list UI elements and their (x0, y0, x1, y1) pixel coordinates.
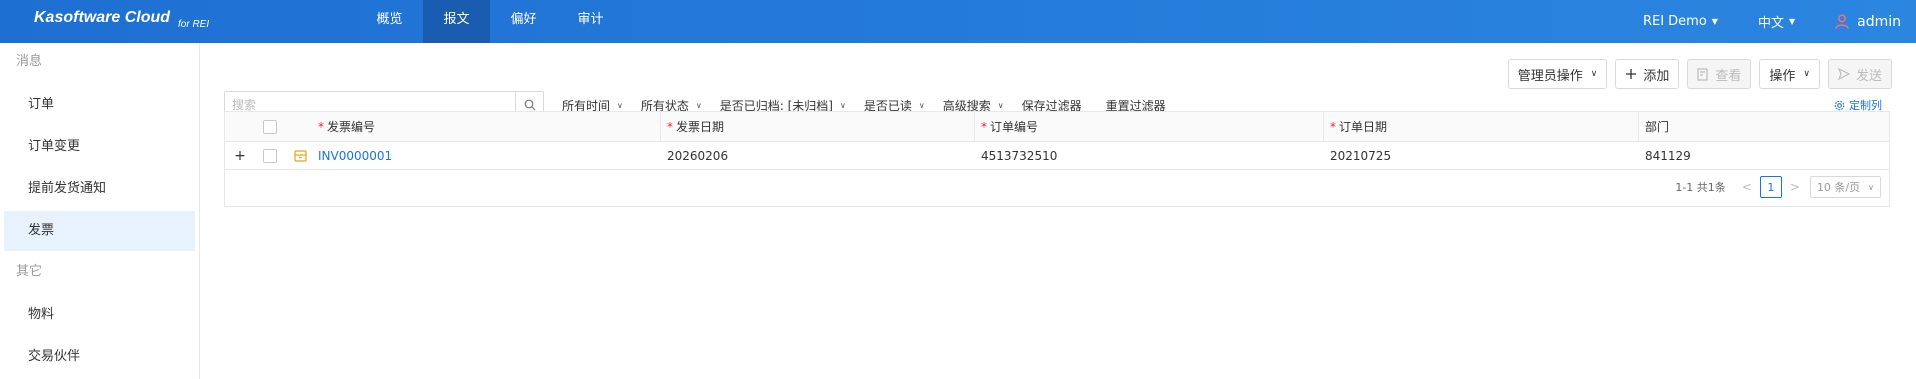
chevron-down-icon: ▼ (1788, 17, 1796, 26)
send-label: 发送 (1855, 68, 1882, 84)
row-checkbox[interactable] (263, 148, 277, 163)
document-view-icon (1697, 67, 1708, 81)
order-date-cell: 20210725 (1330, 148, 1392, 163)
required-marker: * (318, 119, 324, 134)
nav-preferences[interactable]: 偏好 (490, 0, 557, 43)
brand-logo[interactable]: Kasoftware Cloud for REI (34, 9, 210, 30)
main-nav: 概览 报文 偏好 审计 (356, 0, 624, 43)
select-all-checkbox[interactable] (263, 119, 277, 134)
language-label: 中文 (1757, 16, 1784, 31)
expand-header (225, 112, 255, 141)
row-checkbox-cell (255, 142, 285, 169)
action-toolbar: 管理员操作 ∨ 添加 查看 操作 ∨ 发送 (1500, 59, 1892, 89)
send-button[interactable]: 发送 (1827, 59, 1892, 89)
next-page-icon[interactable]: > (1790, 180, 1800, 194)
archive-box-icon[interactable] (293, 149, 307, 162)
invoice-date-cell: 20260206 (667, 148, 729, 163)
plus-icon (1626, 69, 1637, 79)
pagination-summary: 1-1 共1条 (1675, 181, 1726, 194)
add-button[interactable]: 添加 (1615, 59, 1680, 89)
order-no-cell: 4513732510 (981, 148, 1058, 163)
pagination: 1-1 共1条 < 1 > 10 条/页 ∨ (225, 170, 1889, 204)
sidebar-item-orders[interactable]: 订单 (4, 85, 195, 125)
top-navigation-bar: Kasoftware Cloud for REI 概览 报文 偏好 审计 REI … (0, 0, 1916, 43)
column-header-department[interactable]: 部门 (1639, 112, 1889, 141)
brand-name: Kasoftware Cloud (34, 9, 171, 26)
column-label: 发票编号 (327, 120, 376, 134)
nav-audit[interactable]: 审计 (557, 0, 624, 43)
column-label: 订单编号 (990, 120, 1039, 134)
required-marker: * (667, 119, 673, 134)
nav-messages[interactable]: 报文 (423, 0, 490, 43)
chevron-down-icon: ▼ (1711, 17, 1718, 26)
search-icon (524, 99, 535, 111)
chevron-down-icon: ∨ (617, 100, 623, 110)
table-row[interactable]: + INV0000001 20260206 4513732510 2021072… (225, 142, 1889, 170)
invoice-no-cell: INV0000001 (315, 142, 661, 169)
chevron-down-icon: ∨ (918, 100, 925, 110)
sidebar-item-materials[interactable]: 物料 (4, 295, 195, 335)
chevron-down-icon: ∨ (1803, 69, 1810, 79)
column-label: 发票日期 (676, 120, 725, 134)
page-size-select[interactable]: 10 条/页 ∨ (1809, 176, 1881, 198)
invoice-table: * 发票编号 * 发票日期 * 订单编号 * 订单日期 部门 + INV0000… (224, 111, 1890, 207)
expand-row-button[interactable]: + (225, 142, 255, 169)
chevron-down-icon: ∨ (997, 100, 1004, 110)
username: admin (1857, 13, 1901, 30)
workspace-dropdown[interactable]: REI Demo ▼ (1643, 14, 1718, 29)
sidebar-item-partners[interactable]: 交易伙伴 (4, 337, 195, 377)
view-button[interactable]: 查看 (1687, 59, 1752, 89)
chevron-down-icon: ∨ (1868, 182, 1874, 192)
sidebar-group-other: 其它 (16, 264, 43, 279)
chevron-down-icon: ∨ (1590, 69, 1598, 79)
column-label: 订单日期 (1339, 120, 1388, 134)
sidebar: 消息 订单 订单变更 提前发货通知 发票 其它 物料 交易伙伴 (0, 43, 200, 379)
column-label: 部门 (1645, 120, 1670, 134)
nav-overview[interactable]: 概览 (356, 0, 423, 43)
required-marker: * (981, 119, 987, 134)
workspace-label: REI Demo (1642, 14, 1707, 29)
prev-page-icon[interactable]: < (1742, 180, 1752, 194)
gear-icon (1834, 100, 1845, 110)
select-all-cell (255, 112, 285, 141)
admin-ops-label: 管理员操作 (1517, 68, 1583, 84)
icon-header (285, 112, 315, 141)
chevron-down-icon: ∨ (695, 100, 702, 110)
sidebar-item-asn[interactable]: 提前发货通知 (4, 169, 195, 209)
user-menu[interactable]: admin (1835, 14, 1901, 30)
main-content: 管理员操作 ∨ 添加 查看 操作 ∨ 发送 搜索 所有时间 ∨ 所有状态 ∨ 是… (201, 43, 1916, 379)
required-marker: * (1330, 119, 1336, 134)
page-number-button[interactable]: 1 (1759, 176, 1782, 198)
view-label: 查看 (1715, 68, 1742, 84)
admin-ops-button[interactable]: 管理员操作 ∨ (1507, 59, 1608, 89)
chevron-down-icon: ∨ (839, 100, 846, 110)
column-header-invoice-date[interactable]: * 发票日期 (661, 112, 975, 141)
invoice-no-link[interactable]: INV0000001 (318, 149, 392, 163)
language-dropdown[interactable]: 中文 ▼ (1758, 12, 1795, 31)
sidebar-item-order-changes[interactable]: 订单变更 (4, 127, 195, 167)
sidebar-item-invoices[interactable]: 发票 (4, 211, 195, 251)
brand-subtitle: for REI (178, 19, 210, 30)
table-header: * 发票编号 * 发票日期 * 订单编号 * 订单日期 部门 (225, 112, 1889, 142)
user-icon (1835, 14, 1849, 29)
row-icon-cell (285, 142, 315, 169)
column-header-order-no[interactable]: * 订单编号 (975, 112, 1324, 141)
department-cell: 841129 (1645, 148, 1691, 163)
page-size-label: 10 条/页 (1816, 181, 1861, 194)
column-header-order-date[interactable]: * 订单日期 (1324, 112, 1639, 141)
column-header-invoice-no[interactable]: * 发票编号 (315, 112, 661, 141)
send-icon (1837, 68, 1850, 80)
operations-label: 操作 (1769, 68, 1796, 84)
add-label: 添加 (1643, 68, 1670, 84)
header-right: REI Demo ▼ 中文 ▼ admin (1643, 0, 1916, 43)
operations-button[interactable]: 操作 ∨ (1759, 59, 1820, 89)
sidebar-group-messages: 消息 (16, 54, 43, 69)
